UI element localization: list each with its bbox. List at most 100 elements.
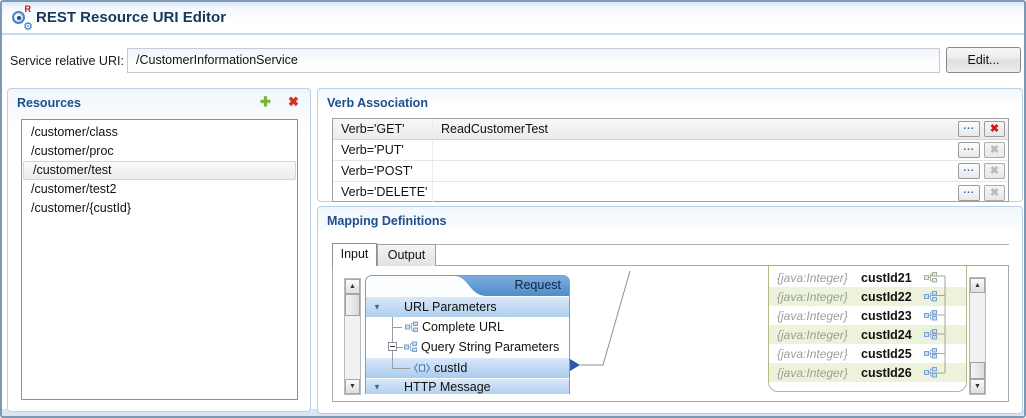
delete-resource-icon[interactable]: ✖ [288,94,299,110]
element-icon [414,363,430,373]
verb-label: Verb='GET' [333,119,433,139]
resource-item-selected[interactable]: /customer/test [23,161,296,180]
collapse-toggle-icon[interactable] [388,342,397,351]
structure-icon [924,272,937,283]
structure-icon [924,291,937,302]
target-name: custId23 [861,308,912,323]
verb-association-title: Verb Association [327,96,428,110]
clear-verb-button-disabled: ✖ [984,142,1005,158]
tree-node-label: URL Parameters [404,300,497,314]
clear-verb-button-disabled: ✖ [984,163,1005,179]
tree-branch-line [393,327,402,328]
target-type-label: {java:Integer} [777,327,848,342]
target-name: custId21 [861,270,912,285]
tree-node-custid-selected[interactable]: custId [366,357,569,378]
mapping-definitions-title: Mapping Definitions [327,214,447,228]
browse-process-button[interactable]: ... [958,184,980,201]
globe-center-dot [17,16,21,20]
structure-icon [404,341,417,352]
rest-r-badge: R [24,4,32,14]
structure-icon [405,321,418,332]
verb-label: Verb='PUT' [333,140,433,160]
resource-item[interactable]: /customer/{custId} [22,199,297,218]
title-bar: ⚙ R REST Resource URI Editor [2,2,1024,35]
tree-node-query-string-parameters[interactable]: Query String Parameters [366,337,569,357]
scroll-up-button[interactable]: ▲ [970,278,985,293]
edit-button[interactable]: Edit... [946,47,1021,73]
service-relative-uri-field[interactable]: /CustomerInformationService [127,48,940,73]
collapse-arrow-icon[interactable]: ▼ [373,383,381,392]
tree-branch-line [397,347,403,348]
add-resource-icon[interactable]: ✚ [260,94,271,110]
mapping-wire [580,270,631,366]
verb-label: Verb='DELETE' [333,182,433,203]
tree-node-label: Query String Parameters [421,340,560,354]
tab-input[interactable]: Input [332,243,377,266]
verb-row-put[interactable]: Verb='PUT' ... ✖ [333,140,1008,161]
target-row[interactable]: {java:Integer} custId25 [769,344,966,363]
service-relative-uri-value: /CustomerInformationService [136,53,298,67]
tree-node-http-message[interactable]: ▼ HTTP Message [366,378,569,394]
resources-panel: Resources ✚ ✖ /customer/class /customer/… [7,88,311,412]
structure-icon [924,310,937,321]
resource-item[interactable]: /customer/class [22,123,297,142]
request-tree-header: Request [366,276,569,296]
tree-node-url-parameters[interactable]: ▼ URL Parameters [366,296,569,317]
target-type-label: {java:Integer} [777,346,848,361]
verb-row-delete[interactable]: Verb='DELETE' ... ✖ [333,182,1008,203]
target-name: custId22 [861,289,912,304]
scrollbar-thumb[interactable] [345,294,360,316]
structure-icon [924,367,937,378]
tree-node-label: custId [434,361,468,375]
target-row[interactable]: {java:Integer} custId22 [769,287,966,306]
scroll-down-button[interactable]: ▼ [970,379,985,394]
resource-item[interactable]: /customer/proc [22,142,297,161]
target-row[interactable]: {java:Integer} custId26 [769,363,966,382]
scroll-down-button[interactable]: ▼ [345,379,360,394]
target-name: custId25 [861,346,912,361]
target-type-label: {java:Integer} [777,365,848,380]
rest-service-icon: ⚙ R [12,5,33,33]
target-row[interactable]: {java:Integer} custId21 [769,268,966,287]
verb-process-name: ReadCustomerTest [441,122,548,136]
resources-title: Resources [17,96,81,110]
tab-strip-line [436,244,1009,245]
tree-node-complete-url[interactable]: Complete URL [366,317,569,337]
mapping-canvas: ▲ ▼ Request ▼ URL Parameters Complete UR… [332,265,1009,402]
target-vertical-scrollbar[interactable]: ▲ ▼ [969,277,986,395]
browse-process-button[interactable]: ... [958,163,980,179]
verb-label: Verb='POST' [333,161,433,181]
verb-row-get[interactable]: Verb='GET' ReadCustomerTest ... ✖ [333,119,1008,140]
gear-icon: ⚙ [23,21,33,33]
target-name: custId24 [861,327,912,342]
tree-vertical-scrollbar[interactable]: ▲ ▼ [344,278,361,395]
resources-list[interactable]: /customer/class /customer/proc /customer… [21,119,298,400]
target-row[interactable]: {java:Integer} custId24 [769,325,966,344]
tree-node-label: HTTP Message [404,380,491,394]
rest-resource-uri-editor-dialog: ⚙ R REST Resource URI Editor Service rel… [0,0,1026,418]
resource-item[interactable]: /customer/test2 [22,180,297,199]
scroll-up-button[interactable]: ▲ [345,279,360,294]
target-type-label: {java:Integer} [777,308,848,323]
structure-icon [924,329,937,340]
verb-row-post[interactable]: Verb='POST' ... ✖ [333,161,1008,182]
collapse-arrow-icon[interactable]: ▼ [373,303,381,312]
structure-icon [924,348,937,359]
verb-table: Verb='GET' ReadCustomerTest ... ✖ Verb='… [332,118,1009,203]
target-type-label: {java:Integer} [777,289,848,304]
target-type-label: {java:Integer} [777,270,848,285]
mapping-anchor-icon[interactable] [570,359,580,371]
request-header-label: Request [514,278,561,292]
service-relative-uri-label: Service relative URI: [10,54,124,68]
request-tree: Request ▼ URL Parameters Complete URL Qu… [365,275,570,394]
clear-verb-button[interactable]: ✖ [984,121,1005,137]
tree-branch-line [392,368,410,369]
target-row[interactable]: {java:Integer} custId23 [769,306,966,325]
browse-process-button[interactable]: ... [958,142,980,158]
scrollbar-thumb[interactable] [970,362,985,379]
target-parameter-list: {java:Integer} custId21 {java:Integer} c… [768,266,967,392]
browse-process-button[interactable]: ... [958,121,980,137]
target-name: custId26 [861,365,912,380]
tab-output[interactable]: Output [377,244,436,266]
dialog-title: REST Resource URI Editor [36,9,227,26]
